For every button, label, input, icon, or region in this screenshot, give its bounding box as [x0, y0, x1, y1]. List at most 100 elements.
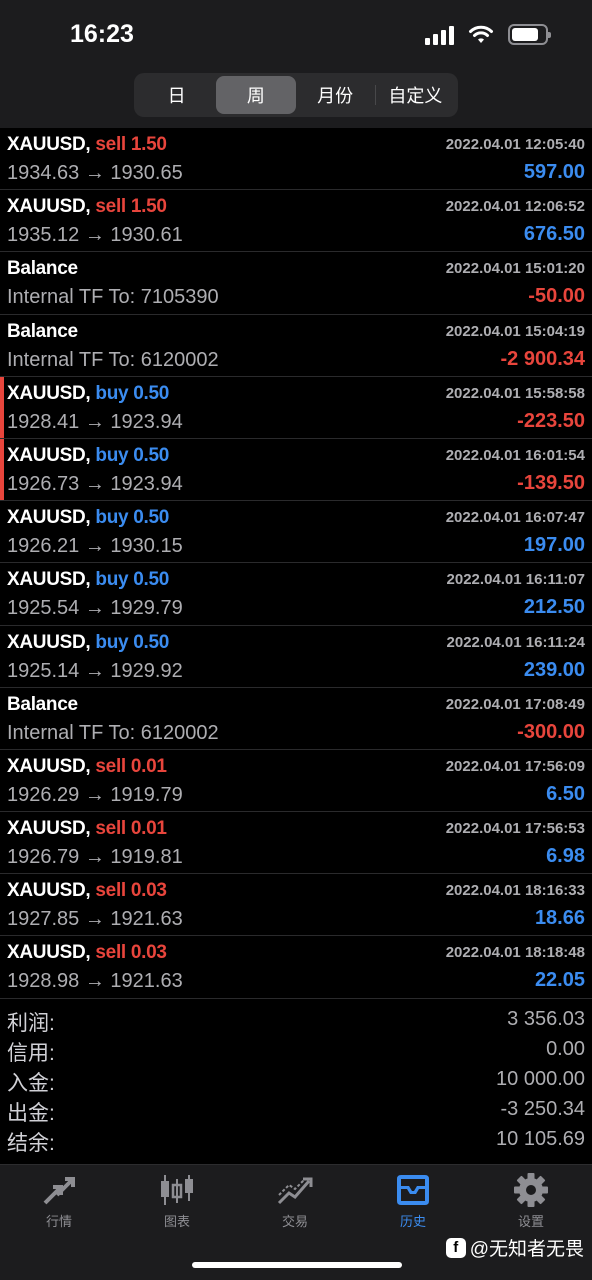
deal-symbol: XAUUSD, buy 0.50 [7, 507, 169, 529]
deal-symbol: Balance [7, 321, 78, 343]
deal-action: buy 0.50 [95, 382, 170, 404]
deal-symbol-name: Balance [7, 320, 78, 342]
summary-label: 利润: [7, 1012, 55, 1035]
deal-symbol-name: XAUUSD, [7, 755, 91, 777]
deal-time: 2022.04.01 17:56:53 [445, 820, 585, 838]
deal-symbol-name: XAUUSD, [7, 134, 91, 155]
deal-symbol: XAUUSD, sell 0.03 [7, 942, 167, 964]
deal-action: sell 0.03 [95, 880, 167, 902]
tab-history-label: 历史 [399, 1214, 426, 1229]
deal-symbol-name: XAUUSD, [7, 880, 91, 902]
deal-profit: 6.98 [546, 845, 585, 868]
deal-row[interactable]: Balance 2022.04.01 15:04:19 Internal TF To… [0, 315, 592, 377]
deal-detail: 1926.79 → 1919.81 [7, 846, 183, 869]
summary-label: 结余: [7, 1132, 55, 1155]
summary-value: 0.00 [546, 1038, 585, 1060]
deal-time: 2022.04.01 16:01:54 [445, 446, 585, 464]
deal-row[interactable]: XAUUSD, sell 0.01 2022.04.01 17:56:53 1926… [0, 812, 592, 875]
quotes-arrows-icon [43, 1177, 75, 1205]
watermark-text: @无知者无畏 [469, 1239, 584, 1260]
deal-detail: 1926.73 → 1923.94 [7, 472, 183, 495]
deal-symbol-name: XAUUSD, [7, 631, 91, 653]
deal-history-list: XAUUSD, sell 1.50 2022.04.01 12:05:40 1934… [0, 128, 592, 999]
period-tab-month[interactable]: 月份 [296, 76, 375, 114]
deal-profit: 197.00 [523, 534, 585, 557]
deal-detail: 1926.29 → 1919.79 [7, 783, 183, 806]
summary-row: 出金: -3 250.34 [0, 1095, 592, 1125]
period-tab-custom[interactable]: 自定义 [376, 76, 455, 114]
tab-trade-label: 交易 [281, 1214, 308, 1229]
candlestick-chart-icon [161, 1175, 193, 1205]
deal-symbol-name: XAUUSD, [7, 942, 91, 964]
tab-settings[interactable]: 设置 [491, 1173, 571, 1230]
deal-time: 2022.04.01 17:56:09 [445, 757, 585, 775]
tab-charts[interactable]: 图表 [137, 1173, 217, 1230]
deal-action: sell 0.03 [95, 942, 167, 964]
deal-time: 2022.04.01 16:11:07 [446, 571, 585, 589]
deal-action: sell 0.01 [95, 755, 167, 777]
deal-row[interactable]: XAUUSD, sell 0.01 2022.04.01 17:56:09 1926… [0, 750, 592, 813]
wifi-icon [469, 25, 493, 43]
tab-history[interactable]: 历史 [373, 1173, 453, 1230]
deal-symbol: XAUUSD, buy 0.50 [7, 569, 169, 591]
deal-row[interactable]: XAUUSD, buy 0.50 2022.04.01 16:11:24 1925.… [0, 626, 592, 688]
home-indicator[interactable] [192, 1262, 402, 1268]
deal-time: 2022.04.01 12:06:52 [445, 198, 585, 216]
deal-action: sell 1.50 [95, 134, 167, 155]
deal-time: 2022.04.01 17:08:49 [445, 695, 585, 713]
deal-symbol-name: Balance [7, 693, 78, 715]
deal-profit: -139.50 [517, 471, 585, 494]
deal-symbol: XAUUSD, buy 0.50 [7, 383, 169, 405]
deal-detail: 1925.14 → 1929.92 [7, 659, 183, 682]
deal-row[interactable]: XAUUSD, sell 0.03 2022.04.01 18:16:33 1927… [0, 874, 592, 937]
deal-row[interactable]: XAUUSD, sell 1.50 2022.04.01 12:06:52 1935… [0, 190, 592, 253]
deal-profit: 239.00 [523, 658, 585, 681]
deal-symbol-name: XAUUSD, [7, 196, 91, 218]
deal-symbol-name: XAUUSD, [7, 818, 91, 840]
tab-quotes[interactable]: 行情 [19, 1173, 99, 1230]
summary-value: -3 250.34 [500, 1098, 585, 1120]
deal-action: buy 0.50 [95, 444, 170, 466]
deal-profit: -223.50 [517, 409, 585, 432]
deal-action: buy 0.50 [95, 569, 170, 591]
deal-time: 2022.04.01 15:58:58 [445, 384, 585, 402]
deal-action: sell 0.01 [95, 818, 167, 840]
deal-time: 2022.04.01 16:07:47 [445, 509, 585, 527]
watermark-logo-icon: f [445, 1237, 466, 1258]
deal-symbol: XAUUSD, sell 0.01 [7, 756, 167, 778]
cellular-signal-icon [425, 25, 454, 45]
deal-detail: 1928.41 → 1923.94 [7, 410, 183, 433]
tab-charts-label: 图表 [163, 1214, 190, 1229]
account-summary: 利润: 3 356.03 信用: 0.00 入金: 10 000.00 出金: -3 250.… [0, 1005, 592, 1155]
deal-row[interactable]: XAUUSD, buy 0.50 2022.04.01 16:11:07 1925.… [0, 563, 592, 626]
deal-time: 2022.04.01 15:01:20 [445, 260, 585, 278]
deal-row[interactable]: XAUUSD, buy 0.50 2022.04.01 15:58:58 1928.… [0, 376, 592, 439]
deal-row[interactable]: XAUUSD, sell 0.03 2022.04.01 18:18:48 1928… [0, 936, 592, 999]
trade-trend-icon [277, 1177, 313, 1205]
period-tab-day[interactable]: 日 [137, 76, 216, 114]
tab-trade[interactable]: 交易 [255, 1173, 335, 1230]
summary-value: 3 356.03 [507, 1008, 585, 1030]
deal-row[interactable]: XAUUSD, buy 0.50 2022.04.01 16:07:47 1926.… [0, 501, 592, 564]
deal-profit: 22.05 [534, 969, 585, 992]
deal-profit: -2 900.34 [500, 347, 585, 370]
deal-row[interactable]: XAUUSD, buy 0.50 2022.04.01 16:01:54 1926.… [0, 438, 592, 502]
deal-profit: 18.66 [534, 907, 585, 930]
deal-symbol-name: XAUUSD, [7, 507, 91, 529]
deal-row[interactable]: Balance 2022.04.01 17:08:49 Internal TF To… [0, 688, 592, 750]
deal-time: 2022.04.01 18:16:33 [445, 882, 585, 900]
deal-symbol: XAUUSD, buy 0.50 [7, 632, 169, 654]
deal-symbol-name: XAUUSD, [7, 569, 91, 591]
period-tab-week[interactable]: 周 [216, 76, 296, 114]
deal-row[interactable]: Balance 2022.04.01 15:01:20 Internal TF To… [0, 252, 592, 315]
deal-row[interactable]: XAUUSD, sell 1.50 2022.04.01 12:05:40 1934… [0, 128, 592, 191]
deal-profit: 6.50 [546, 782, 585, 805]
gear-icon [514, 1173, 548, 1207]
deal-action: sell 1.50 [95, 196, 167, 218]
deal-detail: 1925.54 → 1929.79 [7, 597, 183, 620]
deal-detail: 1934.63 → 1930.65 [7, 162, 183, 184]
deal-detail: Internal TF To: 6120002 [7, 348, 219, 371]
battery-icon [508, 24, 551, 45]
deal-detail: 1935.12 → 1930.61 [7, 224, 183, 247]
tab-settings-label: 设置 [517, 1214, 544, 1229]
